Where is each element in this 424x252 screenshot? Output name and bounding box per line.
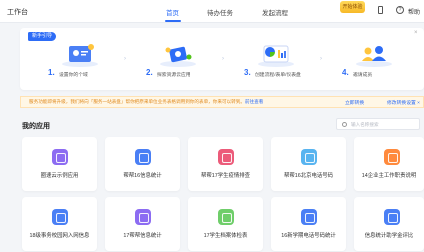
step-arrow-icon: ›: [222, 56, 224, 62]
tab-todo-tasks[interactable]: 待办任务: [207, 7, 233, 17]
app-card[interactable]: 帮帮16北京电话号码: [271, 137, 346, 191]
mobile-icon[interactable]: [378, 6, 383, 14]
tab-home[interactable]: 首页: [166, 7, 179, 17]
close-icon[interactable]: ×: [414, 30, 418, 36]
my-apps-heading: 我的应用: [22, 123, 50, 130]
app-icon: [218, 209, 234, 225]
onboarding-guide-card: 新手引导 × 1. 设置你的个域 › 2. 探索资源云应用 › 3. 创建流程/…: [20, 28, 424, 90]
search-placeholder: 输入名称搜索: [351, 121, 379, 127]
app-card[interactable]: 17学生档案体检表: [188, 197, 263, 251]
guide-step-4[interactable]: 4. 邀请成员: [328, 42, 423, 86]
invite-members-icon: [356, 46, 392, 67]
app-card[interactable]: 18级事务校园网入网信息: [22, 197, 97, 251]
promo-badge[interactable]: 开始体验: [340, 1, 365, 13]
app-icon: [135, 149, 151, 165]
step-number: 2.: [146, 68, 153, 77]
step-label: 设置你的个域: [59, 73, 88, 78]
app-card[interactable]: 圈速云示例应用: [22, 137, 97, 191]
app-icon: [218, 149, 234, 165]
app-card[interactable]: 17帮帮信息统计: [105, 197, 180, 251]
app-label: 帮帮16北京电话号码: [283, 173, 334, 179]
notice-message: 服务功能即将升级，我们将向「服务一站表盘」帮你把原来单位业务表格调用到你的表单，…: [29, 99, 245, 104]
app-label: 16新学期电话号码统计: [281, 233, 336, 239]
app-icon: [301, 149, 317, 165]
step-arrow-icon: ›: [124, 56, 126, 62]
upgrade-notice-banner: 服务功能即将升级，我们将向「服务一站表盘」帮你把原来单位业务表格调用到你的表单，…: [20, 96, 424, 108]
app-icon: [384, 209, 400, 225]
notice-link[interactable]: 前往查看: [245, 99, 263, 104]
dashboard-chart-icon: [258, 45, 294, 67]
app-label: 18级事务校园网入网信息: [29, 233, 90, 239]
guide-step-2[interactable]: 2. 探索资源云应用: [132, 42, 227, 86]
app-icon: [135, 209, 151, 225]
tab-start-process[interactable]: 发起流程: [262, 7, 288, 17]
guide-step-3[interactable]: 3. 创建流程/表单/仪表盘: [230, 42, 325, 86]
app-card[interactable]: 14企业主工作职责说明: [354, 137, 424, 191]
help-icon[interactable]: ?: [396, 6, 404, 14]
app-label: 14企业主工作职责说明: [361, 173, 417, 179]
convert-now-link[interactable]: 立即转换: [345, 99, 364, 106]
step-arrow-icon: ›: [320, 56, 322, 62]
app-label: 帮帮16信息统计: [123, 173, 162, 179]
app-label: 17学生档案体检表: [203, 233, 248, 239]
step-label: 探索资源云应用: [157, 73, 191, 78]
help-label[interactable]: 帮助: [408, 7, 420, 16]
app-icon: [301, 209, 317, 225]
app-icon: [384, 149, 400, 165]
top-bar: 工作台 首页 待办任务 发起流程 开始体验 ? 帮助: [0, 0, 424, 23]
convert-settings-link[interactable]: 修改转换设置 ×: [387, 99, 420, 106]
app-card[interactable]: 帮帮17学生疫情排查: [188, 137, 263, 191]
app-search-input[interactable]: 输入名称搜索: [336, 118, 420, 130]
step-number: 4.: [342, 68, 349, 77]
search-icon: [342, 122, 347, 127]
active-tab-indicator: [165, 20, 181, 22]
app-title: 工作台: [7, 9, 28, 16]
app-card[interactable]: 16新学期电话号码统计: [271, 197, 346, 251]
app-card[interactable]: 信息统计助学金评比: [354, 197, 424, 251]
explore-app-icon: [160, 46, 196, 67]
step-number: 3.: [244, 68, 251, 77]
step-label: 创建流程/表单/仪表盘: [255, 73, 301, 78]
guide-badge: 新手引导: [28, 32, 57, 41]
app-card[interactable]: 帮帮16信息统计: [105, 137, 180, 191]
app-label: 信息统计助学金评比: [364, 233, 414, 239]
app-label: 圈速云示例应用: [40, 173, 79, 179]
profile-card-icon: [62, 44, 98, 67]
app-icon: [52, 209, 68, 225]
step-number: 1.: [48, 68, 55, 77]
notice-text: 服务功能即将升级，我们将向「服务一站表盘」帮你把原来单位业务表格调用到你的表单，…: [29, 99, 329, 105]
app-label: 17帮帮信息统计: [123, 233, 162, 239]
guide-step-1[interactable]: 1. 设置你的个域: [34, 42, 129, 86]
app-icon: [52, 149, 68, 165]
app-label: 帮帮17学生疫情排查: [200, 173, 251, 179]
step-label: 邀请成员: [353, 73, 373, 78]
